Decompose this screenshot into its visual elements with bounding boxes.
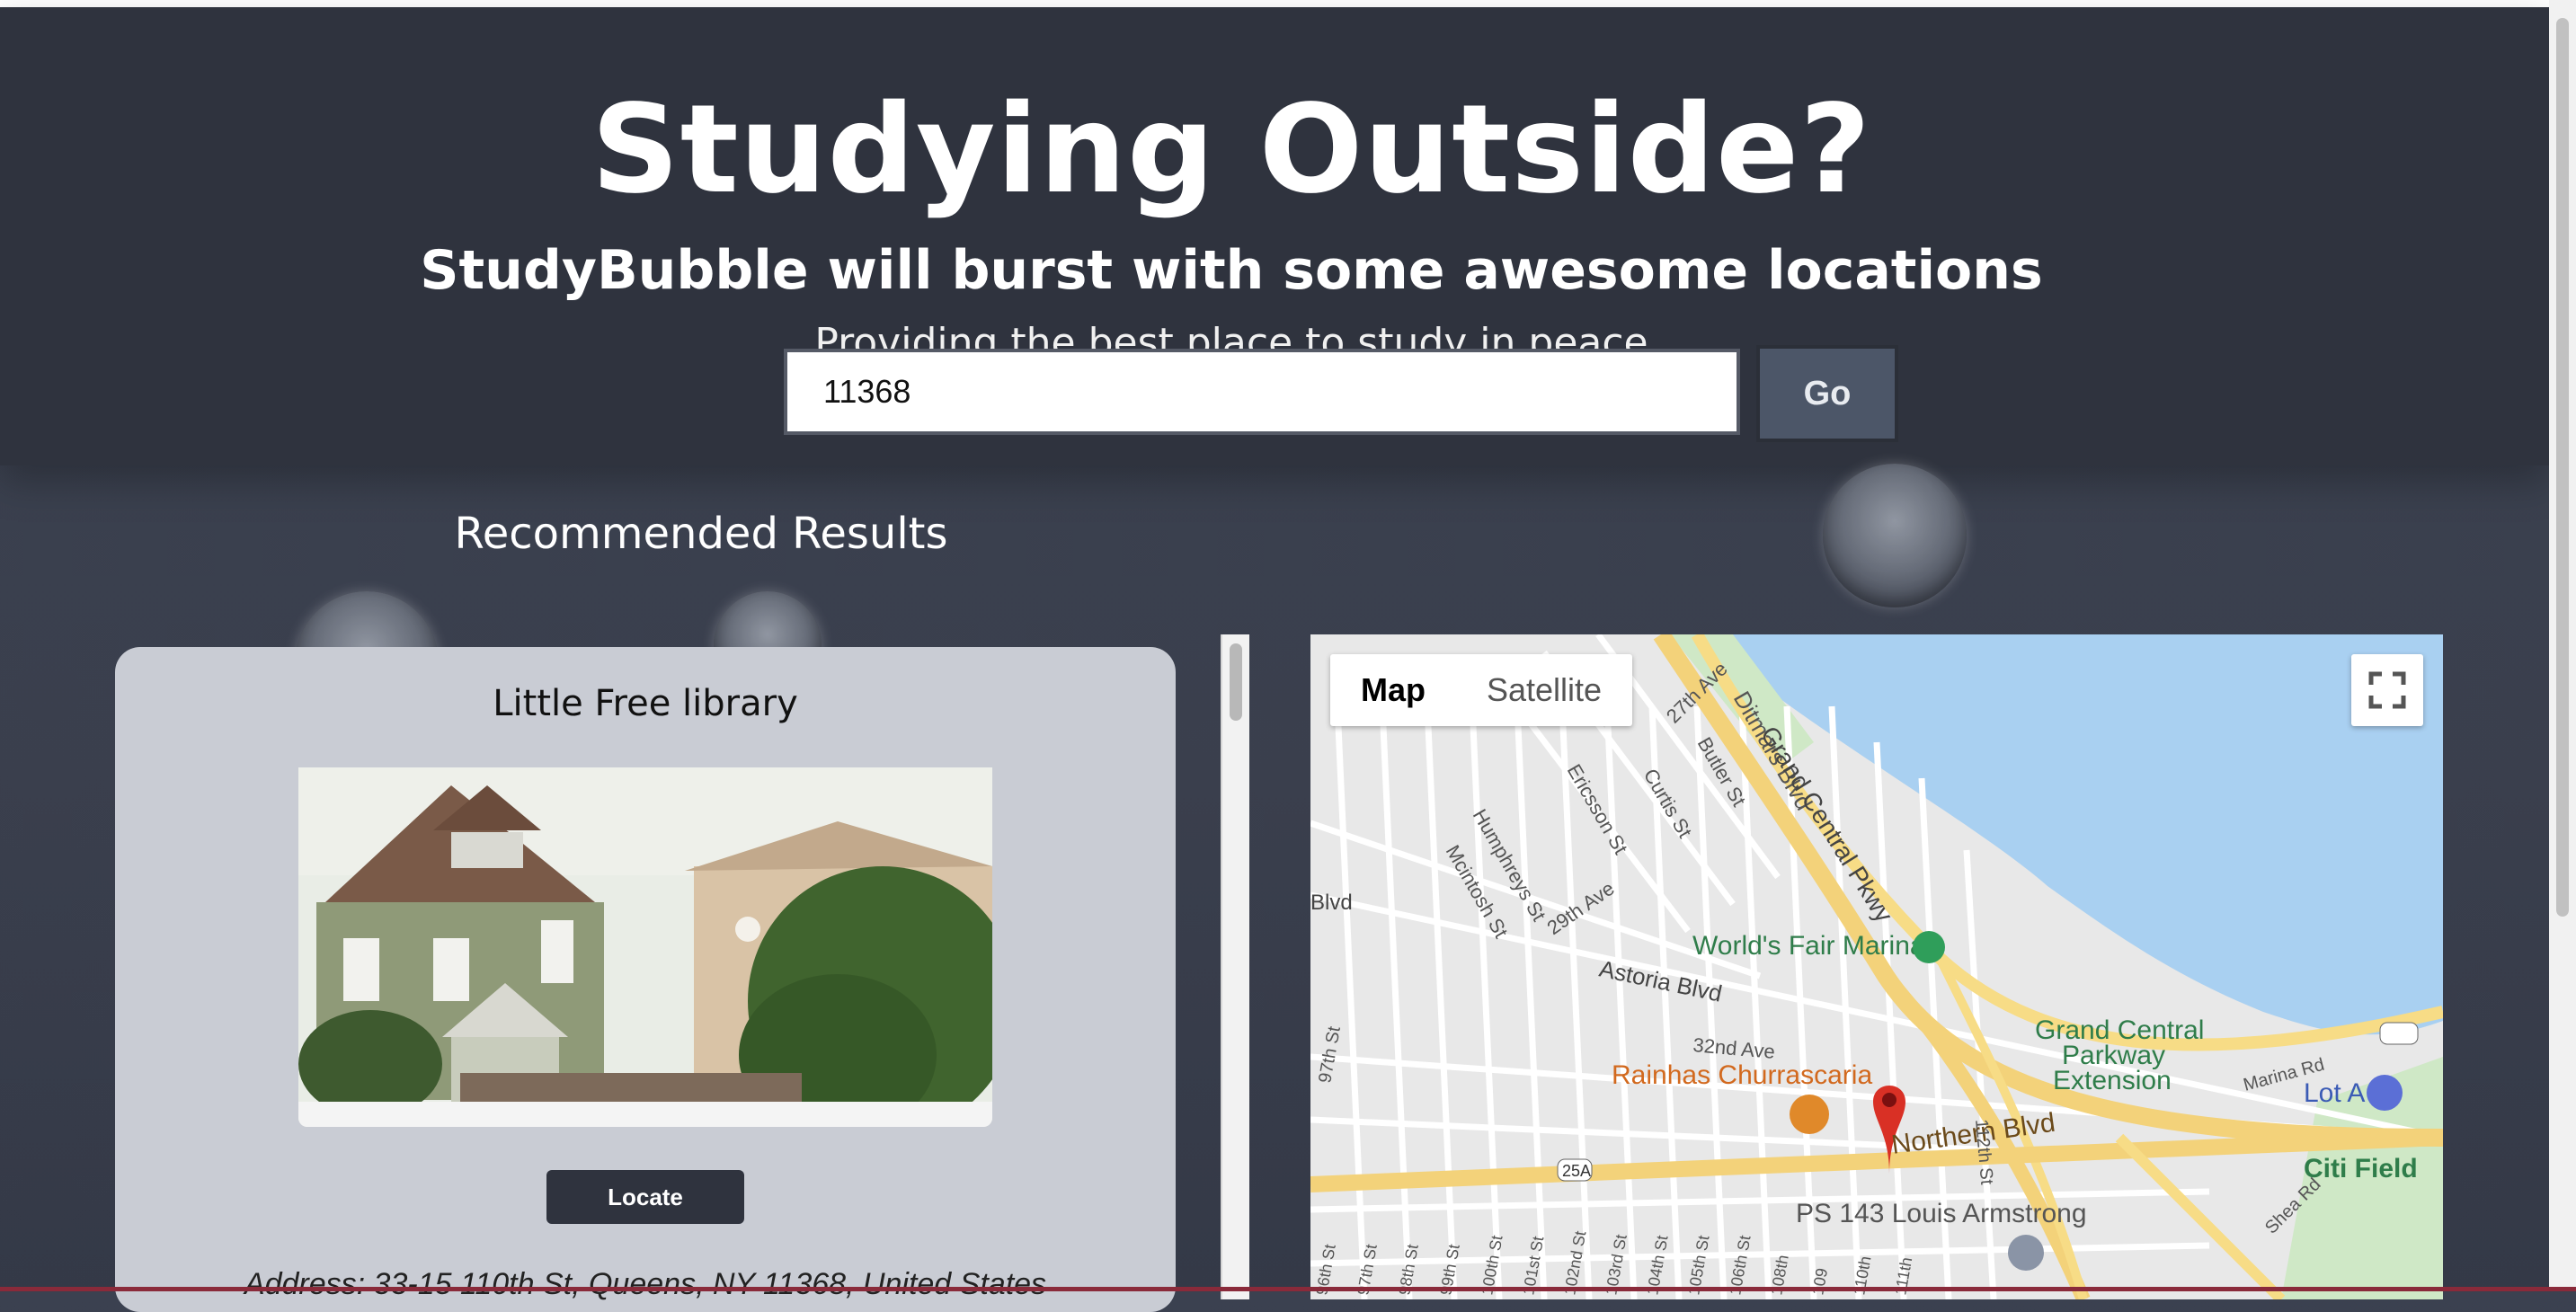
svg-text:Lot A: Lot A [2304,1078,2365,1108]
page-title: Studying Outside? [591,79,1872,221]
hero-header: Studying Outside? StudyBubble will burst… [0,7,2549,465]
tab-map[interactable]: Map [1330,654,1456,726]
location-photo [298,767,992,1127]
top-strip [0,0,2576,7]
bottom-border [0,1287,2576,1291]
page-subtitle: StudyBubble will burst with some awesome… [420,239,2043,302]
svg-text:Extension: Extension [2053,1066,2172,1095]
svg-text:Blvd: Blvd [1310,891,1353,915]
svg-text:World's Fair Marina: World's Fair Marina [1692,931,1925,961]
results-scrollbar[interactable] [1221,634,1249,1299]
zip-search-input[interactable] [784,349,1740,435]
go-button[interactable]: Go [1756,345,1898,442]
decorative-bubble [1823,464,1967,607]
page-scrollbar-thumb[interactable] [2556,18,2569,917]
locate-button[interactable]: Locate [546,1170,744,1224]
tab-satellite[interactable]: Satellite [1456,654,1632,726]
svg-text:Citi Field: Citi Field [2304,1154,2418,1183]
map-type-tabs: Map Satellite [1330,654,1633,726]
svg-text:PS 143 Louis Armstrong: PS 143 Louis Armstrong [1796,1199,2087,1228]
page-scrollbar[interactable] [2549,0,2576,1291]
results-scrollbar-thumb[interactable] [1230,643,1242,721]
svg-text:Rainhas Churrascaria: Rainhas Churrascaria [1612,1060,1872,1090]
fullscreen-icon [2368,671,2406,709]
svg-text:25A: 25A [1562,1162,1591,1180]
fullscreen-button[interactable] [2351,654,2423,726]
result-card: Little Free library Locate Address: 33-1… [115,647,1176,1312]
result-address: Address: 33-15 110th St, Queens, NY 1136… [244,1267,1047,1301]
results-heading: Recommended Results [454,509,948,559]
map-view[interactable]: Ditmars Blvd 27th Ave Butler St Curtis S… [1310,634,2443,1299]
result-card-title: Little Free library [493,683,798,724]
